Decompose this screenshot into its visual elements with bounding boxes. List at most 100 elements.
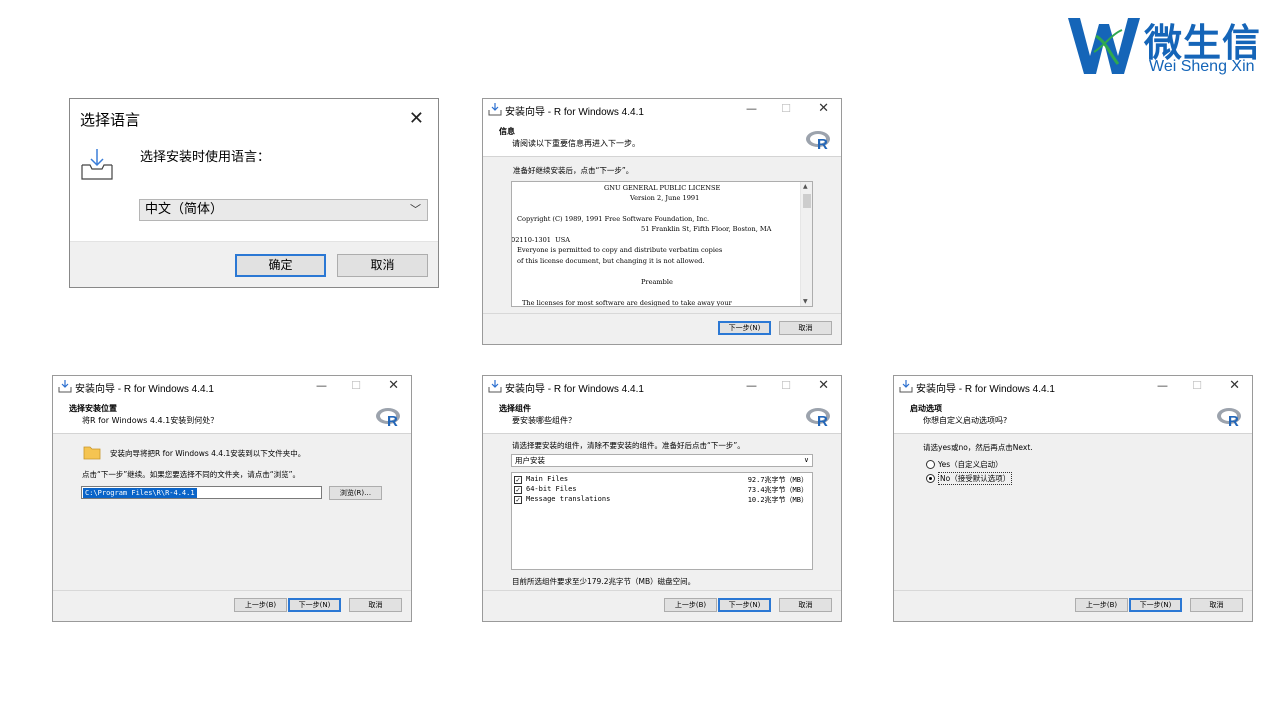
component-size: 73.4兆字节（MB） — [747, 486, 808, 494]
page-body: 准备好继续安装后，点击“下一步”。 GNU GENERAL PUBLIC LIC… — [483, 157, 841, 313]
checkbox-checked-icon[interactable]: ✓ — [514, 496, 522, 504]
startup-intro: 请选yes或no，然后再点击Next. — [923, 443, 1033, 452]
page-footer: 下一步(N) 取消 — [483, 313, 841, 344]
page-heading: 信息 — [499, 127, 515, 136]
close-icon[interactable]: ✕ — [1229, 378, 1240, 393]
license-line: GNU GENERAL PUBLIC LICENSE — [604, 184, 721, 192]
dialog-footer: 确定 取消 — [70, 241, 438, 287]
browse-button[interactable]: 浏览(R)… — [329, 486, 382, 500]
install-type-value: 用户安装 — [515, 456, 545, 465]
install-type-select[interactable]: 用户安装 ∨ — [511, 454, 813, 467]
cancel-button[interactable]: 取消 — [779, 598, 832, 612]
component-size: 10.2兆字节（MB） — [747, 496, 808, 504]
close-icon[interactable]: ✕ — [818, 101, 829, 116]
page-footer: 上一步(B) 下一步(N) 取消 — [894, 590, 1252, 621]
page-subheading: 请阅读以下重要信息再进入下一步。 — [512, 139, 640, 148]
intro-text: 准备好继续安装后，点击“下一步”。 — [513, 166, 634, 175]
list-item[interactable]: ✓ 64-bit Files 73.4兆字节（MB） — [514, 485, 808, 495]
radio-no-label: No（接受默认选项） — [938, 472, 1013, 485]
license-line: The licenses for most software are desig… — [522, 299, 732, 307]
checkbox-checked-icon[interactable]: ✓ — [514, 486, 522, 494]
list-item[interactable]: ✓ Message translations 10.2兆字节（MB） — [514, 495, 808, 505]
back-button[interactable]: 上一步(B) — [664, 598, 717, 612]
license-textbox[interactable]: GNU GENERAL PUBLIC LICENSE Version 2, Ju… — [511, 181, 813, 307]
svg-text:R: R — [817, 136, 828, 151]
page-header: 启动选项 你想自定义启动选项吗? R — [894, 398, 1252, 434]
close-icon[interactable]: ✕ — [409, 108, 424, 129]
install-path-input[interactable]: C:\Program Files\R\R-4.4.1 — [81, 486, 322, 499]
page-subheading: 要安装哪些组件？ — [512, 416, 576, 425]
minimize-icon[interactable]: — — [1157, 379, 1168, 392]
back-button[interactable]: 上一步(B) — [1075, 598, 1128, 612]
maximize-icon[interactable]: ☐ — [1192, 379, 1202, 392]
startup-window: 安装向导 - R for Windows 4.4.1 — ☐ ✕ 启动选项 你想… — [893, 375, 1253, 622]
page-body: 请选yes或no，然后再点击Next. Yes（自定义启动） No（接受默认选项… — [894, 434, 1252, 590]
dialog-title: 选择语言 — [80, 111, 141, 129]
close-icon[interactable]: ✕ — [388, 378, 399, 393]
maximize-icon[interactable]: ☐ — [781, 102, 791, 115]
window-title: 安装向导 - R for Windows 4.4.1 — [75, 384, 214, 395]
close-icon[interactable]: ✕ — [818, 378, 829, 393]
scroll-down-icon[interactable]: ▼ — [803, 298, 808, 305]
page-heading: 选择安装位置 — [69, 404, 117, 413]
r-logo-icon: R — [1217, 408, 1241, 428]
cancel-button[interactable]: 取消 — [337, 254, 428, 277]
scroll-thumb[interactable] — [803, 194, 811, 208]
title-bar: 安装向导 - R for Windows 4.4.1 — ☐ ✕ — [483, 99, 841, 121]
page-header: 信息 请阅读以下重要信息再进入下一步。 R — [483, 121, 841, 157]
radio-yes-label: Yes（自定义启动） — [938, 460, 1003, 469]
license-line: Everyone is permitted to copy and distri… — [517, 246, 723, 254]
weishengxin-logo: 微生信 Wei Sheng Xin — [1066, 10, 1272, 80]
maximize-icon[interactable]: ☐ — [351, 379, 361, 392]
svg-text:R: R — [817, 413, 828, 428]
install-path-value: C:\Program Files\R\R-4.4.1 — [83, 488, 197, 498]
components-window: 安装向导 - R for Windows 4.4.1 — ☐ ✕ 选择组件 要安… — [482, 375, 842, 622]
location-line1: 安装向导将把R for Windows 4.4.1安装到以下文件夹中。 — [110, 449, 306, 458]
next-button[interactable]: 下一步(N) — [1129, 598, 1182, 612]
page-footer: 上一步(B) 下一步(N) 取消 — [483, 590, 841, 621]
next-button[interactable]: 下一步(N) — [718, 598, 771, 612]
radio-unselected-icon[interactable] — [926, 460, 935, 469]
info-window: 安装向导 - R for Windows 4.4.1 — ☐ ✕ 信息 请阅读以… — [482, 98, 842, 345]
minimize-icon[interactable]: — — [316, 379, 327, 392]
back-button[interactable]: 上一步(B) — [234, 598, 287, 612]
logo-w-icon — [1068, 18, 1140, 74]
chevron-down-icon: ∨ — [803, 456, 809, 464]
page-subheading: 你想自定义启动选项吗? — [923, 416, 1008, 425]
cancel-button[interactable]: 取消 — [779, 321, 832, 335]
radio-selected-icon[interactable] — [926, 474, 935, 483]
page-footer: 上一步(B) 下一步(N) 取消 — [53, 590, 411, 621]
title-bar: 安装向导 - R for Windows 4.4.1 — ☐ ✕ — [894, 376, 1252, 398]
license-line: of this license document, but changing i… — [517, 257, 705, 265]
setup-app-icon — [488, 380, 502, 393]
license-line: 02110-1301 USA — [511, 236, 571, 244]
list-item[interactable]: ✓ Main Files 92.7兆字节（MB） — [514, 475, 808, 485]
scroll-up-icon[interactable]: ▲ — [803, 183, 808, 190]
cancel-button[interactable]: 取消 — [349, 598, 402, 612]
ok-button[interactable]: 确定 — [235, 254, 326, 277]
language-dialog: 选择语言 ✕ 选择安装时使用语言： 中文（简体） ﹀ 确定 取消 — [69, 98, 439, 288]
license-line: Copyright (C) 1989, 1991 Free Software F… — [517, 215, 710, 223]
component-name: Message translations — [526, 495, 611, 503]
page-body: 安装向导将把R for Windows 4.4.1安装到以下文件夹中。 点击“下… — [53, 434, 411, 590]
minimize-icon[interactable]: — — [746, 379, 757, 392]
window-title: 安装向导 - R for Windows 4.4.1 — [916, 384, 1055, 395]
next-button[interactable]: 下一步(N) — [288, 598, 341, 612]
license-scrollbar[interactable]: ▲ ▼ — [800, 182, 812, 306]
svg-text:R: R — [1228, 413, 1239, 428]
license-line: 51 Franklin St, Fifth Floor, Boston, MA — [641, 225, 772, 233]
language-select[interactable]: 中文（简体） ﹀ — [139, 199, 428, 221]
checkbox-checked-icon[interactable]: ✓ — [514, 476, 522, 484]
install-icon — [81, 149, 113, 180]
maximize-icon[interactable]: ☐ — [781, 379, 791, 392]
cancel-button[interactable]: 取消 — [1190, 598, 1243, 612]
minimize-icon[interactable]: — — [746, 102, 757, 115]
next-button[interactable]: 下一步(N) — [718, 321, 771, 335]
setup-app-icon — [899, 380, 913, 393]
page-body: 请选择要安装的组件，清除不要安装的组件。准备好后点击“下一步”。 用户安装 ∨ … — [483, 434, 841, 590]
page-heading: 选择组件 — [499, 404, 531, 413]
r-logo-icon: R — [806, 131, 830, 151]
language-prompt: 选择安装时使用语言： — [140, 150, 271, 165]
r-logo-icon: R — [806, 408, 830, 428]
component-name: 64-bit Files — [526, 485, 577, 493]
